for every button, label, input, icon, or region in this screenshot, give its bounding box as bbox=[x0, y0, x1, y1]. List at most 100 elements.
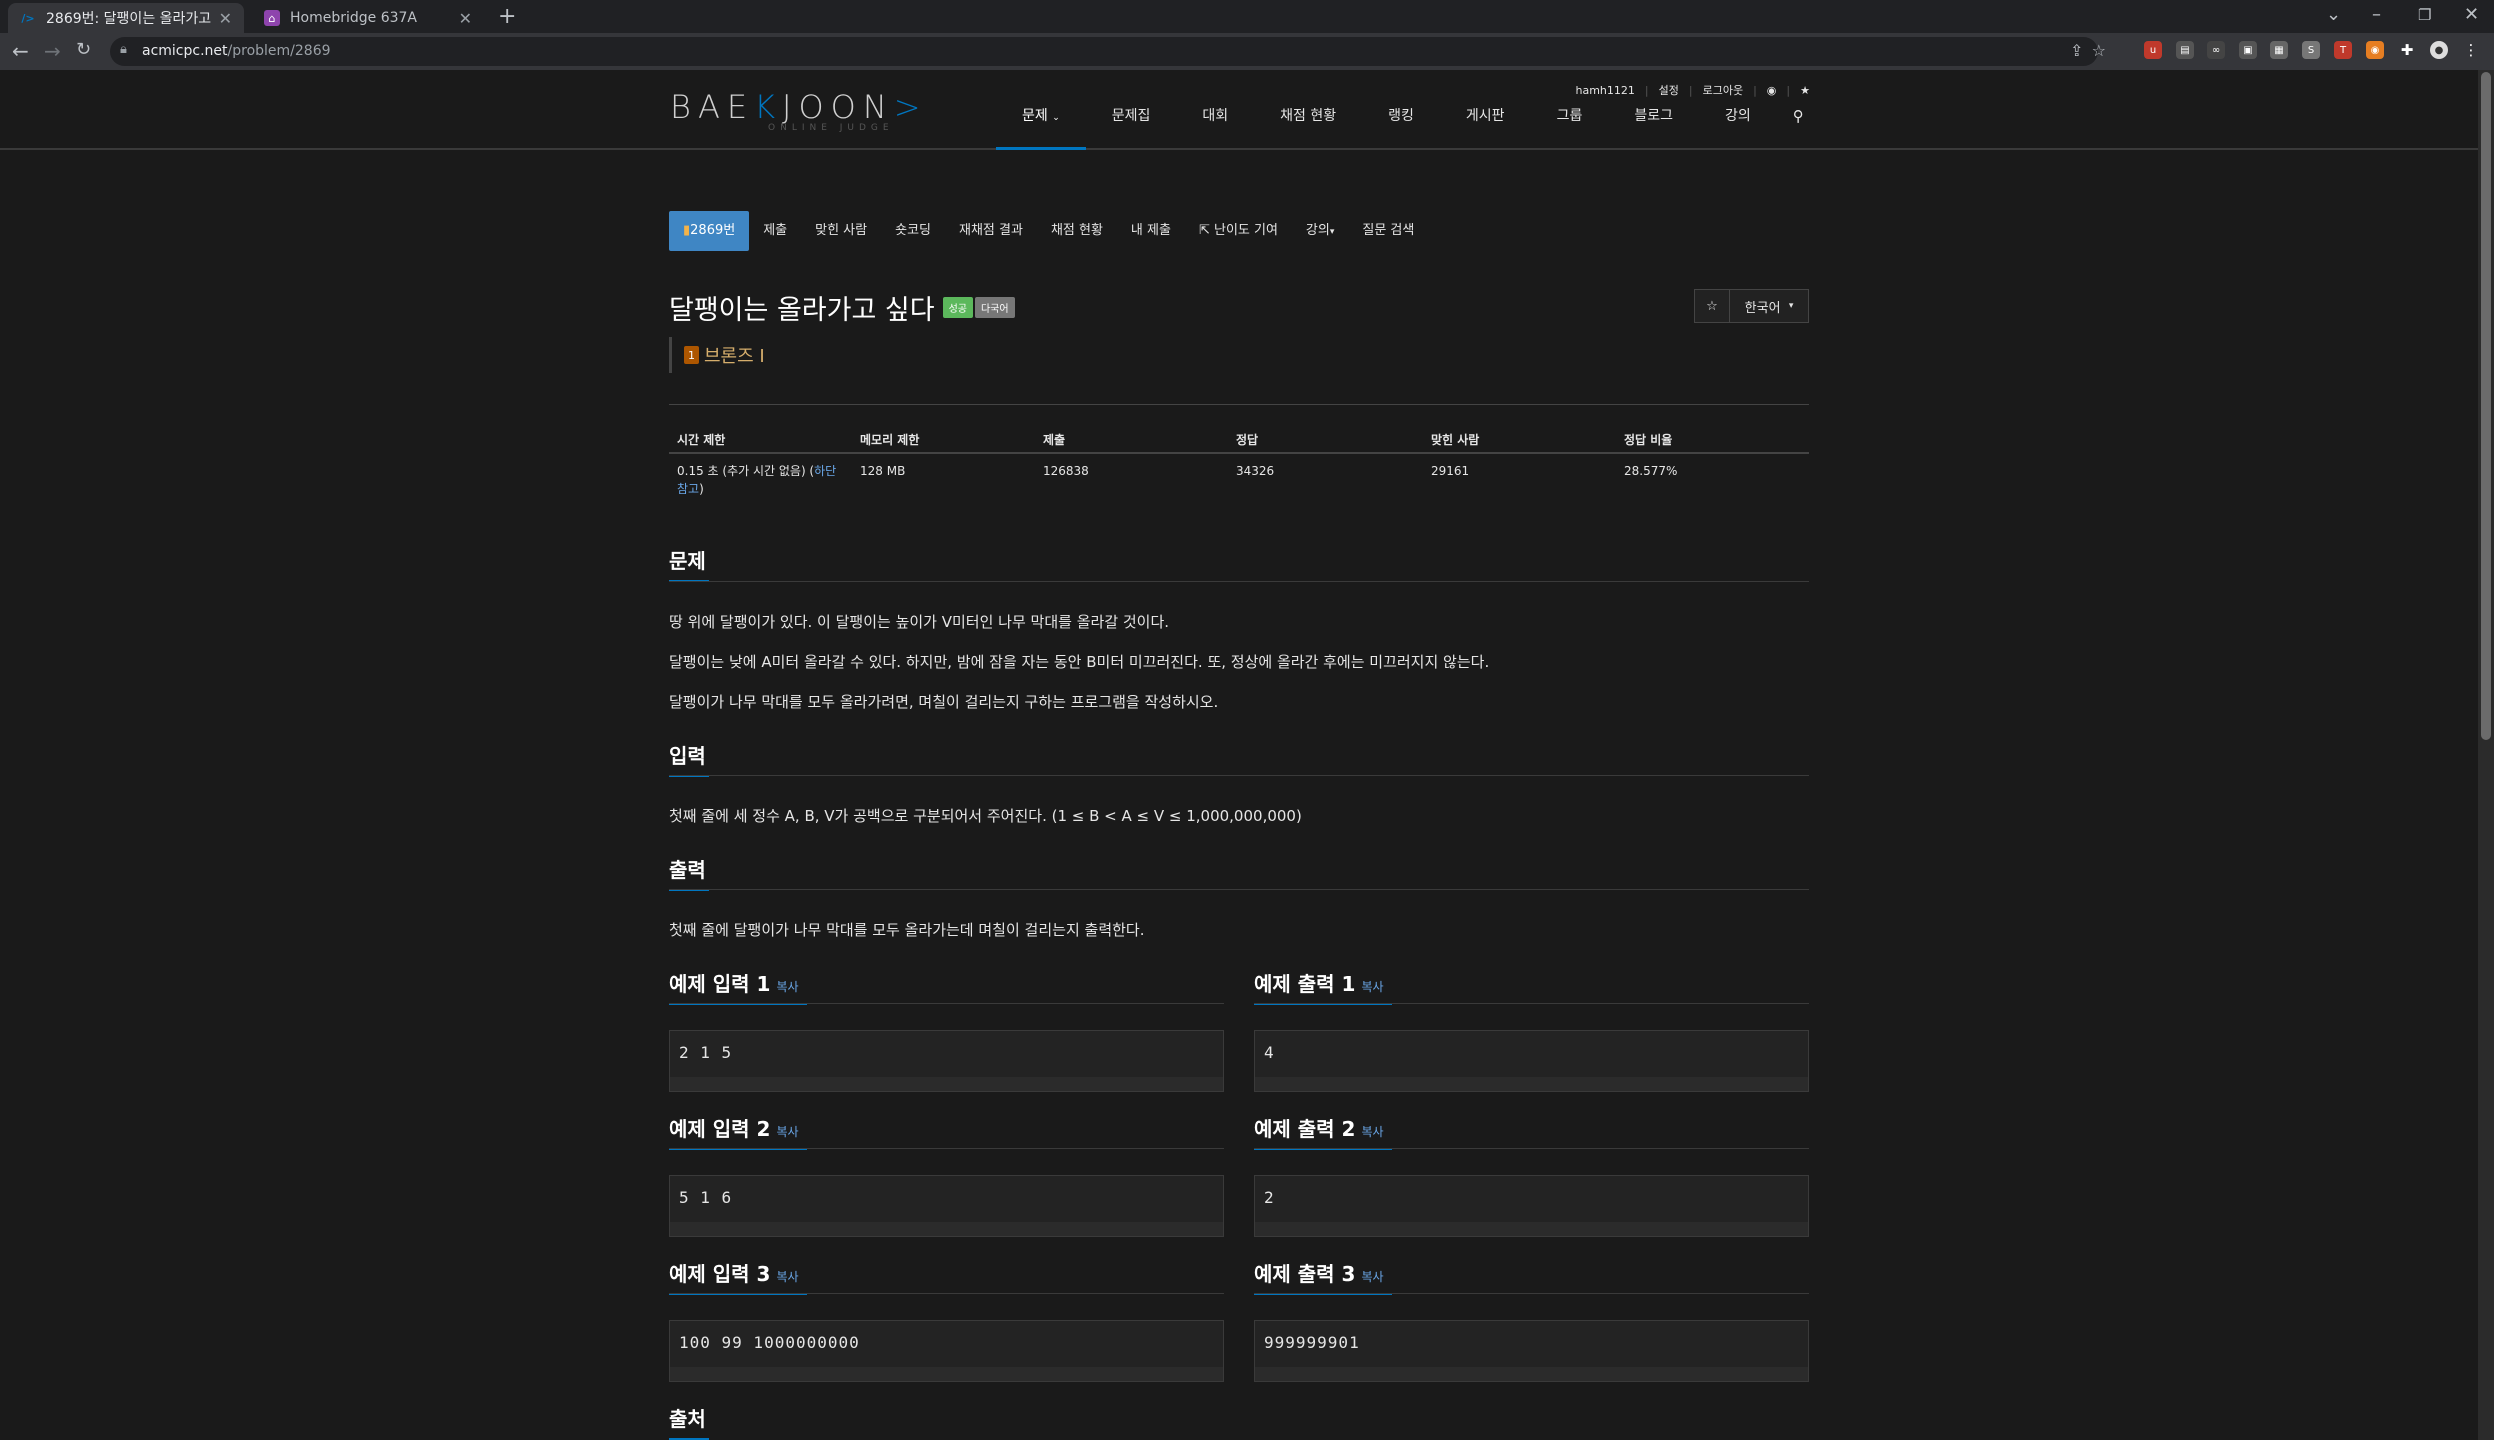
scrollbar-thumb[interactable] bbox=[2481, 72, 2491, 740]
url-text: acmicpc.net/problem/2869 bbox=[142, 43, 331, 59]
extension-icon[interactable]: ◉ bbox=[2366, 41, 2384, 59]
sample-input-heading: 예제 입력 2 복사 bbox=[669, 1113, 807, 1150]
subnav-status[interactable]: 채점 현황 bbox=[1037, 211, 1117, 251]
baekjoon-favicon: /> bbox=[21, 11, 35, 25]
subnav-lecture[interactable]: 강의▾ bbox=[1292, 211, 1348, 252]
favorite-star-icon[interactable]: ☆ bbox=[1694, 289, 1730, 323]
memory-limit-cell: 128 MB bbox=[860, 464, 906, 478]
back-icon[interactable]: ← bbox=[12, 39, 29, 63]
extension-icon[interactable]: ▣ bbox=[2239, 41, 2257, 59]
settings-link[interactable]: 설정 bbox=[1659, 82, 1679, 98]
extensions-puzzle-icon[interactable]: ✚ bbox=[2398, 41, 2416, 59]
chevron-down-icon: ⌄ bbox=[1052, 113, 1060, 123]
copy-button[interactable]: 복사 bbox=[1361, 1125, 1383, 1139]
subnav-problem[interactable]: ▮2869번 bbox=[669, 211, 750, 251]
subnav-rejudge[interactable]: 재채점 결과 bbox=[945, 211, 1037, 251]
bookmark-star-icon[interactable]: ☆ bbox=[2092, 41, 2106, 60]
new-tab-icon[interactable]: + bbox=[498, 4, 516, 29]
col-solvers: 맞힌 사람 bbox=[1423, 426, 1616, 454]
col-submissions: 제출 bbox=[1035, 426, 1228, 454]
solved-badge: 성공 bbox=[942, 297, 973, 318]
nav-problems[interactable]: 문제 ⌄ bbox=[996, 104, 1086, 150]
col-accepted: 정답 bbox=[1228, 426, 1423, 454]
problem-desc-line: 달팽이는 낮에 A미터 올라갈 수 있다. 하지만, 밤에 잠을 자는 동안 B… bbox=[669, 653, 1490, 671]
nav-contest[interactable]: 대회 bbox=[1176, 104, 1254, 150]
browser-tab-active[interactable]: /> 2869번: 달팽이는 올라가고 싶다 ✕ bbox=[8, 3, 244, 33]
subnav-submit[interactable]: 제출 bbox=[749, 211, 801, 251]
divider bbox=[669, 1003, 1224, 1004]
sample-output-heading: 예제 출력 3 복사 bbox=[1254, 1258, 1392, 1295]
share-icon[interactable]: ⇪ bbox=[2070, 41, 2083, 60]
username-link[interactable]: hamh1121 bbox=[1576, 84, 1635, 97]
input-desc: 첫째 줄에 세 정수 A, B, V가 공백으로 구분되어서 주어진다. (1 … bbox=[669, 807, 1302, 825]
homebridge-favicon: ⌂ bbox=[264, 10, 280, 26]
restore-icon[interactable]: ❐ bbox=[2418, 6, 2431, 24]
extension-icon[interactable]: u bbox=[2144, 41, 2162, 59]
browser-tab[interactable]: ⌂ Homebridge 637A ✕ bbox=[252, 3, 484, 33]
profile-avatar[interactable]: ● bbox=[2430, 41, 2448, 59]
subnav-question-search[interactable]: 질문 검색 bbox=[1348, 211, 1428, 251]
copy-button[interactable]: 복사 bbox=[1361, 1270, 1383, 1284]
extension-icon[interactable]: S bbox=[2302, 41, 2320, 59]
external-link-icon: ⇱ bbox=[1198, 223, 1210, 238]
copy-button[interactable]: 복사 bbox=[1361, 980, 1383, 994]
window-close-icon[interactable]: ✕ bbox=[2464, 4, 2479, 25]
nav-ranking[interactable]: 랭킹 bbox=[1362, 104, 1440, 150]
tab-close-icon[interactable]: ✕ bbox=[459, 9, 472, 28]
minimize-icon[interactable]: – bbox=[2372, 4, 2381, 25]
divider bbox=[1254, 1003, 1809, 1004]
language-select[interactable]: 한국어 ▾ bbox=[1730, 289, 1809, 323]
extension-icon[interactable]: ▦ bbox=[2270, 41, 2288, 59]
sample-output-box[interactable]: 999999901 bbox=[1254, 1320, 1809, 1382]
forward-icon[interactable]: → bbox=[44, 39, 61, 63]
lock-icon: 🔒︎ bbox=[120, 42, 127, 57]
reload-icon[interactable]: ↻ bbox=[76, 39, 91, 60]
copy-button[interactable]: 복사 bbox=[776, 1125, 798, 1139]
col-ratio: 정답 비율 bbox=[1616, 426, 1809, 454]
sample-input-box[interactable]: 5 1 6 bbox=[669, 1175, 1224, 1237]
nav-lecture[interactable]: 강의 bbox=[1699, 104, 1777, 150]
tab-strip: /> 2869번: 달팽이는 올라가고 싶다 ✕ ⌂ Homebridge 63… bbox=[0, 0, 2494, 33]
divider bbox=[669, 1293, 1224, 1294]
tab-search-icon[interactable]: ⌄ bbox=[2326, 4, 2341, 25]
copy-button[interactable]: 복사 bbox=[776, 980, 798, 994]
star-icon[interactable]: ★ bbox=[1800, 84, 1810, 97]
subnav-difficulty[interactable]: ⇱ 난이도 기여 bbox=[1185, 211, 1292, 251]
menu-kebab-icon[interactable]: ⋮ bbox=[2462, 41, 2480, 59]
divider bbox=[669, 775, 1809, 776]
col-memory-limit: 메모리 제한 bbox=[852, 426, 1035, 454]
submissions-cell: 126838 bbox=[1043, 464, 1089, 478]
baekjoon-logo[interactable]: BAEKJOON> bbox=[670, 88, 928, 126]
nav-status[interactable]: 채점 현황 bbox=[1254, 104, 1362, 150]
address-bar[interactable]: 🔒︎ acmicpc.net/problem/2869 ⇪ ☆ bbox=[110, 37, 2106, 66]
sample-input-box[interactable]: 2 1 5 bbox=[669, 1030, 1224, 1092]
extension-icon[interactable]: ▤ bbox=[2176, 41, 2194, 59]
browser-toolbar: ← → ↻ 🔒︎ acmicpc.net/problem/2869 ⇪ ☆ bbox=[0, 33, 2494, 70]
logout-link[interactable]: 로그아웃 bbox=[1703, 82, 1743, 98]
divider bbox=[669, 889, 1809, 890]
divider bbox=[1254, 1148, 1809, 1149]
subnav-short-coding[interactable]: 숏코딩 bbox=[881, 211, 945, 251]
tab-close-icon[interactable]: ✕ bbox=[219, 9, 232, 28]
nav-group[interactable]: 그룹 bbox=[1531, 104, 1609, 150]
output-heading: 출력 bbox=[669, 854, 709, 891]
sample-input-box[interactable]: 100 99 1000000000 bbox=[669, 1320, 1224, 1382]
nav-workbook[interactable]: 문제집 bbox=[1086, 104, 1177, 150]
time-limit-cell: 0.15 초 (추가 시간 없음) (하단 참고) bbox=[677, 464, 837, 496]
nav-board[interactable]: 게시판 bbox=[1440, 104, 1531, 150]
extension-icon[interactable]: ∞ bbox=[2207, 41, 2225, 59]
bronze-tier-icon: 1 bbox=[684, 346, 699, 364]
sample-output-box[interactable]: 2 bbox=[1254, 1175, 1809, 1237]
title-actions: ☆ 한국어 ▾ bbox=[1694, 289, 1809, 323]
subnav-my-submissions[interactable]: 내 제출 bbox=[1117, 211, 1185, 251]
subnav-solvers[interactable]: 맞힌 사람 bbox=[801, 211, 881, 251]
copy-button[interactable]: 복사 bbox=[776, 1270, 798, 1284]
search-icon[interactable]: ⚲ bbox=[1777, 104, 1820, 150]
nav-blog[interactable]: 블로그 bbox=[1608, 104, 1699, 150]
sample-output-box[interactable]: 4 bbox=[1254, 1030, 1809, 1092]
divider bbox=[669, 404, 1809, 405]
problem-title-row: 달팽이는 올라가고 싶다 성공 다국어 bbox=[669, 288, 1015, 327]
extension-icon[interactable]: T bbox=[2334, 41, 2352, 59]
globe-icon[interactable]: ◉ bbox=[1767, 84, 1777, 97]
tier-label[interactable]: 브론즈 I bbox=[704, 342, 765, 368]
